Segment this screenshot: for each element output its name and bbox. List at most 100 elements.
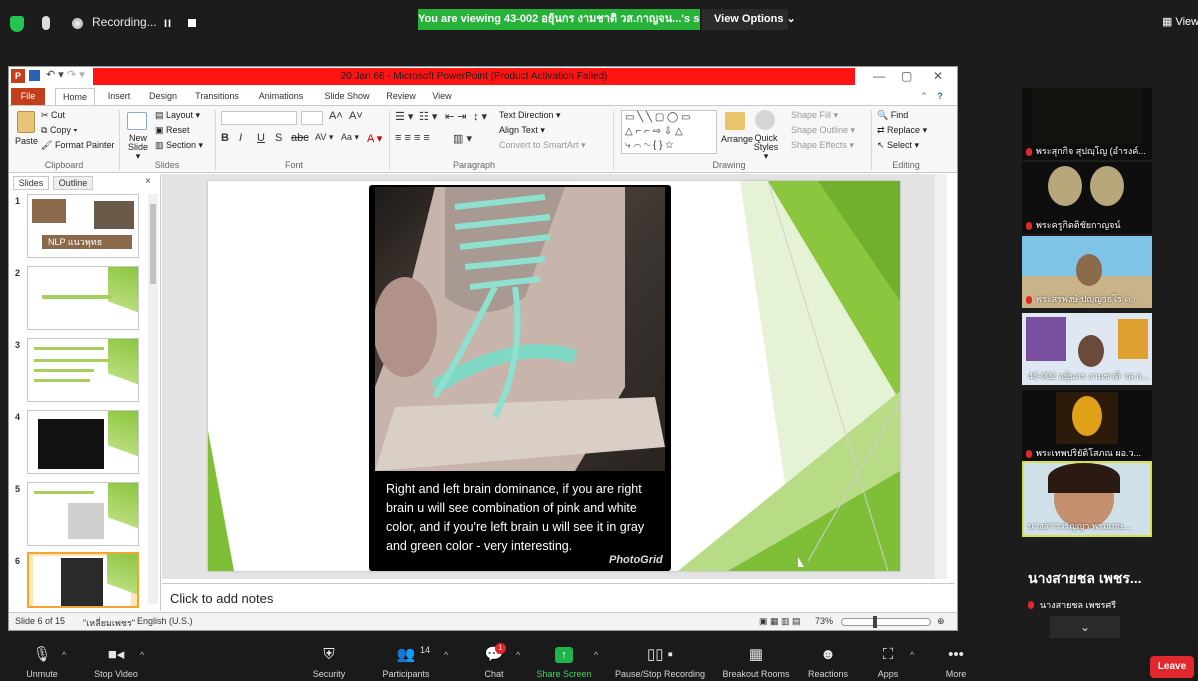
- participant-tile[interactable]: พระสรพงษ์ ปญฺญาธโร ค...: [1022, 236, 1152, 308]
- strikethrough-icon[interactable]: abc: [291, 132, 309, 144]
- grow-font-icon[interactable]: A˄: [329, 110, 343, 122]
- change-case-icon[interactable]: Aa ▾: [341, 132, 359, 143]
- bold-icon[interactable]: B: [221, 132, 229, 144]
- paste-button[interactable]: Paste: [15, 136, 38, 146]
- participants-options-caret[interactable]: ^: [444, 650, 448, 660]
- audio-options-caret[interactable]: ^: [62, 650, 66, 660]
- tab-review[interactable]: Review: [381, 88, 421, 105]
- line-spacing-icon[interactable]: ↕ ▾: [473, 110, 487, 123]
- slide-thumbnail-1[interactable]: NLP แนวพุทธ: [27, 194, 139, 258]
- tab-home[interactable]: Home: [55, 88, 95, 105]
- shield-icon[interactable]: [10, 16, 24, 32]
- apps-button[interactable]: ⛶ Apps: [866, 639, 910, 681]
- photo-card[interactable]: Right and left brain dominance, if you a…: [369, 185, 671, 571]
- participant-tile[interactable]: พระสุกกิจ สุปญฺโญ (อำรงค์...: [1022, 88, 1152, 160]
- current-slide[interactable]: Right and left brain dominance, if you a…: [208, 181, 900, 571]
- cut-button[interactable]: ✂ Cut: [41, 110, 65, 121]
- shape-effects-button[interactable]: Shape Effects ▾: [791, 140, 854, 151]
- participant-tile-active[interactable]: นางสาววรัญญา พรมเกษ...: [1022, 461, 1152, 537]
- tab-design[interactable]: Design: [145, 88, 181, 105]
- zoom-slider[interactable]: [841, 618, 931, 626]
- shape-outline-button[interactable]: Shape Outline ▾: [791, 125, 855, 136]
- restore-button[interactable]: ▢: [901, 69, 912, 83]
- quick-styles-icon[interactable]: [755, 110, 775, 130]
- shrink-font-icon[interactable]: A˅: [349, 110, 363, 122]
- slide-thumbnail-3[interactable]: [27, 338, 139, 402]
- view-mode-button[interactable]: ▦ View: [1162, 15, 1198, 28]
- reactions-button[interactable]: ☻ Reactions: [800, 639, 856, 681]
- close-button[interactable]: ✕: [933, 69, 943, 83]
- microphone-icon[interactable]: [42, 16, 50, 30]
- tab-file[interactable]: File: [11, 88, 45, 105]
- slide-thumbnail-4[interactable]: [27, 410, 139, 474]
- bullets-icon[interactable]: ☰ ▾: [395, 110, 413, 123]
- arrange-button[interactable]: Arrange: [721, 134, 753, 144]
- chat-options-caret[interactable]: ^: [516, 650, 520, 660]
- replace-button[interactable]: ⇄ Replace ▾: [877, 125, 927, 136]
- font-size-input[interactable]: [301, 111, 323, 125]
- pane-scrollbar-thumb[interactable]: [150, 204, 156, 284]
- share-screen-button[interactable]: ↑ Share Screen: [536, 639, 592, 681]
- tab-slides[interactable]: Slides: [13, 176, 49, 190]
- view-buttons-icon[interactable]: ▣ ▦ ▥ ▤: [759, 616, 801, 627]
- italic-icon[interactable]: I: [239, 132, 242, 144]
- slide-thumbnail-6[interactable]: [27, 552, 139, 608]
- apps-options-caret[interactable]: ^: [910, 650, 914, 660]
- share-options-caret[interactable]: ^: [594, 650, 598, 660]
- font-name-input[interactable]: [221, 111, 297, 125]
- tab-view[interactable]: View: [427, 88, 457, 105]
- shape-fill-button[interactable]: Shape Fill ▾: [791, 110, 838, 121]
- participants-button[interactable]: 👥 14 Participants: [374, 639, 438, 681]
- tab-insert[interactable]: Insert: [101, 88, 137, 105]
- canvas-scrollbar[interactable]: [935, 174, 947, 579]
- character-spacing-icon[interactable]: AV ▾: [315, 132, 333, 143]
- more-button[interactable]: ••• More: [936, 639, 976, 681]
- close-pane-icon[interactable]: ×: [145, 176, 151, 187]
- fit-window-icon[interactable]: ⊕: [937, 616, 945, 627]
- font-color-icon[interactable]: A ▾: [367, 132, 382, 145]
- layout-button[interactable]: ▤ Layout ▾: [155, 110, 200, 121]
- convert-smartart-button[interactable]: Convert to SmartArt ▾: [499, 140, 586, 151]
- breakout-rooms-button[interactable]: ▦ Breakout Rooms: [716, 639, 796, 681]
- section-button[interactable]: ▥ Section ▾: [155, 140, 203, 151]
- reset-button[interactable]: ▣ Reset: [155, 125, 190, 136]
- save-icon[interactable]: [29, 70, 40, 81]
- quick-styles-button[interactable]: Quick Styles ▾: [751, 134, 781, 161]
- new-slide-button[interactable]: New Slide ▾: [125, 134, 151, 161]
- format-painter-button[interactable]: 🖌 Format Painter: [41, 140, 114, 151]
- leave-button[interactable]: Leave: [1150, 656, 1194, 678]
- view-options-button[interactable]: View Options ⌄: [702, 9, 796, 30]
- numbering-icon[interactable]: ☷ ▾: [419, 110, 437, 123]
- unmute-button[interactable]: 🎙 Unmute: [14, 639, 70, 681]
- gallery-scroll-down-button[interactable]: ⌄: [1050, 616, 1120, 638]
- ribbon-minimize-icon[interactable]: ⌃: [917, 88, 931, 105]
- undo-icon[interactable]: ↶ ▾: [46, 68, 64, 81]
- shadow-icon[interactable]: S: [275, 132, 282, 144]
- shapes-gallery[interactable]: ▭ ╲ ╲ ▢ ◯ ▭ △ ⌐ ⌐ ⇨ ⇩ △ ⤷ ⌒ ∿ { } ☆: [621, 110, 717, 154]
- text-direction-button[interactable]: Text Direction ▾: [499, 110, 561, 121]
- columns-icon[interactable]: ▥ ▾: [453, 132, 472, 145]
- participant-tile[interactable]: 43-002 อยุ้นกร งามชาติ วส.ก...: [1022, 313, 1152, 385]
- tab-animations[interactable]: Animations: [253, 88, 309, 105]
- help-icon[interactable]: ?: [933, 88, 947, 105]
- language[interactable]: English (U.S.): [137, 616, 193, 626]
- align-icon[interactable]: ≡ ≡ ≡ ≡: [395, 132, 430, 144]
- zoom-slider-thumb[interactable]: [873, 616, 877, 628]
- arrange-icon[interactable]: [725, 112, 745, 130]
- participant-tile[interactable]: พระเทพปริยัติโสภณ ผอ.ว...: [1022, 390, 1152, 462]
- slide-thumbnail-2[interactable]: [27, 266, 139, 330]
- indent-icon[interactable]: ⇤ ⇥: [445, 110, 467, 123]
- security-button[interactable]: ⛨ Security: [304, 639, 354, 681]
- copy-button[interactable]: ⧉ Copy ▾: [41, 125, 77, 136]
- pause-recording-icon[interactable]: II: [164, 18, 172, 30]
- slide-thumbnail-5[interactable]: [27, 482, 139, 546]
- stop-video-button[interactable]: ■◂ Stop Video: [84, 639, 148, 681]
- pause-stop-recording-button[interactable]: ▯▯ ▪ Pause/Stop Recording: [610, 639, 710, 681]
- select-button[interactable]: ↖ Select ▾: [877, 140, 919, 151]
- stop-recording-icon[interactable]: [188, 19, 196, 27]
- tab-slide-show[interactable]: Slide Show: [319, 88, 375, 105]
- notes-pane[interactable]: Click to add notes: [162, 583, 955, 611]
- find-button[interactable]: 🔍 Find: [877, 110, 908, 121]
- new-slide-icon[interactable]: [127, 112, 147, 130]
- participant-tile[interactable]: พระครูกิตติชัยกาญจน์: [1022, 162, 1152, 234]
